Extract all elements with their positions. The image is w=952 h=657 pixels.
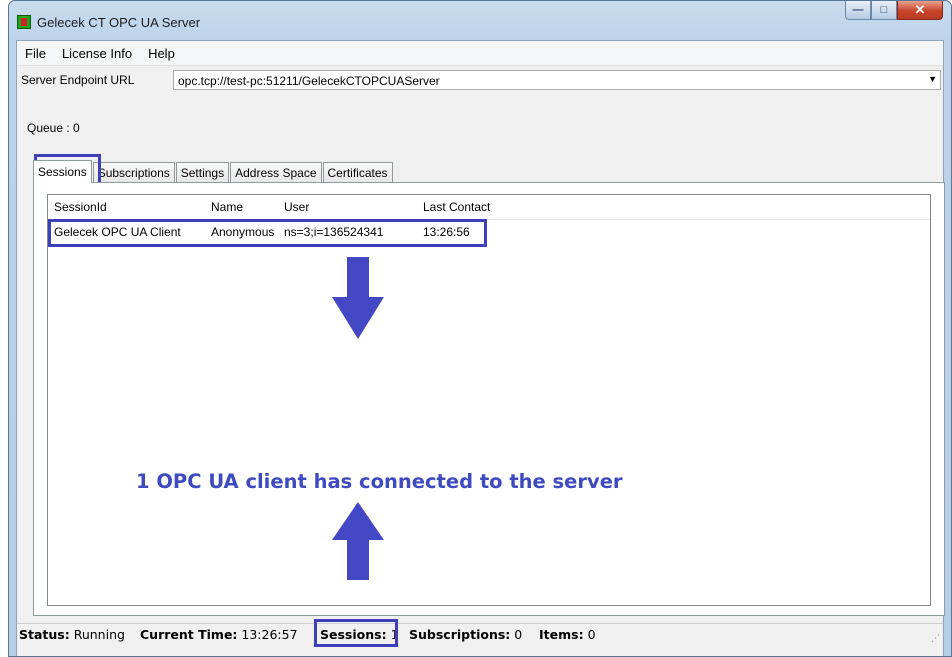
arrow-up-icon (332, 502, 384, 580)
items-count-label: Items: (539, 627, 584, 642)
tab-subscriptions[interactable]: Subscriptions (92, 162, 175, 183)
maximize-button[interactable]: □ (871, 1, 897, 20)
window-title: Gelecek CT OPC UA Server (37, 15, 201, 30)
menu-bar: File License Info Help (17, 41, 943, 65)
app-icon (17, 15, 31, 29)
title-bar[interactable]: Gelecek CT OPC UA Server — □ ✕ (9, 1, 951, 39)
tab-sessions[interactable]: Sessions (33, 160, 92, 183)
session-row-highlight (48, 219, 487, 247)
close-button[interactable]: ✕ (897, 1, 943, 20)
queue-label: Queue : 0 (27, 121, 80, 135)
items-count-field: Items: 0 (539, 627, 596, 642)
endpoint-label: Server Endpoint URL (21, 73, 135, 87)
subscriptions-count-label: Subscriptions: (409, 627, 511, 642)
app-window: Gelecek CT OPC UA Server — □ ✕ File Lice… (8, 0, 952, 657)
close-icon: ✕ (914, 2, 926, 17)
items-count-value: 0 (587, 627, 596, 642)
current-time-label: Current Time: (140, 627, 238, 642)
minimize-icon: — (852, 4, 864, 16)
subscriptions-count-field: Subscriptions: 0 (409, 627, 522, 642)
connection-annotation: 1 OPC UA client has connected to the ser… (136, 470, 623, 493)
menu-help[interactable]: Help (140, 46, 183, 61)
menu-file[interactable]: File (17, 46, 54, 61)
status-bar: Status: Running Current Time: 13:26:57 S… (17, 623, 943, 646)
list-header: SessionId Name User Last Contact (48, 195, 930, 220)
maximize-icon: □ (880, 4, 888, 16)
status-label: Status: (19, 627, 70, 642)
column-name[interactable]: Name (211, 200, 243, 214)
minimize-button[interactable]: — (845, 1, 871, 20)
resize-grip-icon[interactable]: ⋰ (931, 634, 941, 644)
tab-settings[interactable]: Settings (175, 162, 230, 183)
current-time-field: Current Time: 13:26:57 (140, 627, 298, 642)
endpoint-row: Server Endpoint URL opc.tcp://test-pc:51… (17, 65, 943, 94)
subscriptions-count-value: 0 (514, 627, 523, 642)
client-area: File License Info Help Server Endpoint U… (16, 40, 945, 656)
status-value: Running (73, 627, 125, 642)
tab-address-space[interactable]: Address Space (230, 162, 322, 183)
dropdown-arrow-icon[interactable]: ▼ (928, 74, 937, 84)
column-user[interactable]: User (284, 200, 309, 214)
tab-strip: Sessions Subscriptions Settings Address … (33, 160, 394, 183)
sessions-panel: SessionId Name User Last Contact Gelecek… (33, 182, 945, 616)
column-session-id[interactable]: SessionId (54, 200, 107, 214)
arrow-down-icon (332, 257, 384, 339)
caption-buttons: — □ ✕ (845, 1, 943, 21)
menu-license-info[interactable]: License Info (54, 46, 140, 61)
endpoint-url-combobox[interactable]: opc.tcp://test-pc:51211/GelecekCTOPCUASe… (173, 70, 941, 90)
current-time-value: 13:26:57 (241, 627, 298, 642)
status-field: Status: Running (19, 627, 125, 642)
column-last-contact[interactable]: Last Contact (423, 200, 490, 214)
endpoint-url-value: opc.tcp://test-pc:51211/GelecekCTOPCUASe… (178, 74, 440, 88)
sessions-count-highlight (314, 619, 398, 647)
sessions-list[interactable]: SessionId Name User Last Contact Gelecek… (47, 194, 931, 606)
tab-certificates[interactable]: Certificates (322, 162, 393, 183)
